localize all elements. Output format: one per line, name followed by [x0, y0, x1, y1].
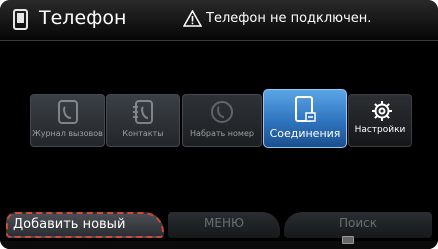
head-unit-screen: Телефон Телефон не подключен. Журнал выз…: [0, 0, 438, 249]
bottom-tab-bar: Добавить новый МЕНЮ Поиск: [0, 210, 438, 249]
tile-contacts[interactable]: Контакты: [106, 94, 180, 147]
search-label: Поиск: [338, 216, 377, 230]
connections-icon: [295, 96, 316, 122]
add-new-label: Добавить новый: [13, 217, 126, 232]
add-new-button[interactable]: Добавить новый: [6, 212, 164, 238]
tile-call-history-label: Журнал вызовов: [32, 129, 103, 138]
tile-settings-label: Настройки: [354, 125, 406, 135]
page-title: Телефон: [39, 7, 127, 29]
dial-icon: [211, 101, 233, 123]
tile-contacts-label: Контакты: [122, 129, 164, 138]
tile-connections-label: Соединения: [269, 127, 341, 140]
status-indicator-icon: [342, 236, 354, 244]
phone-icon: [13, 9, 28, 30]
call-history-icon: [57, 100, 78, 124]
menu-button[interactable]: МЕНЮ: [168, 212, 280, 238]
bottom-strip: [0, 241, 438, 249]
menu-label: МЕНЮ: [204, 216, 244, 230]
tile-call-history[interactable]: Журнал вызовов: [30, 94, 105, 147]
connection-status-text: Телефон не подключен.: [206, 11, 372, 26]
tile-dial-number-label: Набрать номер: [190, 129, 254, 138]
header-bar: Телефон Телефон не подключен.: [0, 0, 438, 41]
search-button[interactable]: Поиск: [284, 212, 432, 238]
warning-icon: [183, 10, 202, 27]
contacts-icon: [133, 100, 153, 124]
tile-settings[interactable]: Настройки: [348, 94, 412, 147]
tile-dial-number[interactable]: Набрать номер: [182, 94, 262, 147]
tile-connections[interactable]: Соединения: [263, 89, 347, 148]
gear-icon: [372, 101, 392, 121]
